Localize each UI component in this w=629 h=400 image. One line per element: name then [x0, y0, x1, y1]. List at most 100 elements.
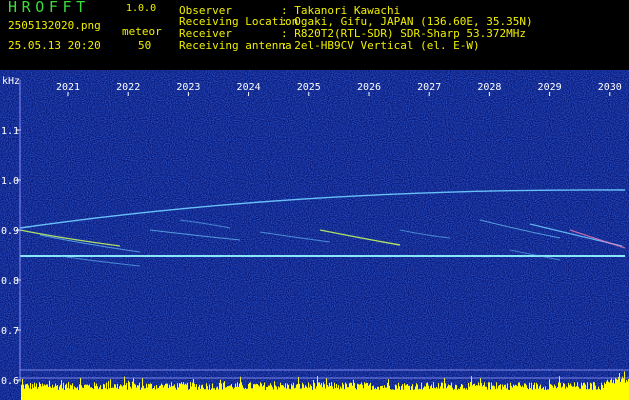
activity-bar	[592, 389, 593, 400]
activity-bar	[302, 382, 303, 400]
activity-bar	[161, 383, 162, 400]
activity-bar	[189, 389, 190, 400]
activity-bar	[440, 386, 441, 400]
activity-bar	[96, 383, 97, 400]
activity-bar	[55, 383, 56, 400]
activity-bar	[131, 388, 132, 400]
activity-bar	[624, 371, 625, 400]
activity-bar	[409, 385, 410, 400]
y-tick-label: 0.6	[1, 376, 19, 387]
activity-bar	[50, 386, 51, 400]
activity-bar	[569, 385, 570, 400]
activity-bar	[28, 385, 29, 400]
x-tick-label: 2025	[297, 82, 321, 93]
activity-bar	[35, 386, 36, 400]
activity-bar	[619, 372, 620, 400]
activity-bar	[439, 388, 440, 400]
activity-bar	[177, 383, 178, 400]
activity-bar	[533, 384, 534, 400]
activity-bar	[388, 379, 389, 400]
activity-bar	[589, 388, 590, 400]
activity-bar	[498, 385, 499, 400]
x-tick-label: 2022	[116, 82, 140, 93]
activity-bar	[117, 383, 118, 400]
activity-bar	[143, 385, 144, 400]
activity-bar	[229, 385, 230, 400]
activity-bar	[591, 383, 592, 400]
activity-bar	[29, 388, 30, 400]
activity-bar	[622, 376, 623, 400]
activity-bar	[149, 384, 150, 400]
activity-bar	[190, 382, 191, 400]
activity-bar	[513, 384, 514, 400]
activity-bar	[539, 386, 540, 400]
activity-bar	[586, 389, 587, 400]
activity-bar	[101, 389, 102, 400]
activity-bar	[347, 387, 348, 400]
activity-bar	[307, 387, 308, 400]
activity-bar	[138, 385, 139, 400]
activity-bar	[245, 387, 246, 400]
activity-bar	[537, 384, 538, 400]
activity-bar	[573, 386, 574, 400]
activity-bar	[43, 385, 44, 400]
activity-bar	[175, 387, 176, 400]
x-tick-label: 2027	[417, 82, 441, 93]
activity-bar	[257, 384, 258, 400]
activity-bar	[137, 385, 138, 400]
activity-bar	[207, 386, 208, 400]
activity-bar	[69, 388, 70, 400]
activity-bar	[455, 384, 456, 400]
activity-bar	[221, 383, 222, 400]
activity-bar	[63, 382, 64, 400]
activity-bar	[42, 383, 43, 400]
activity-bar	[219, 382, 220, 400]
activity-bar	[115, 384, 116, 400]
activity-bar	[355, 388, 356, 400]
activity-bar	[587, 382, 588, 400]
activity-bar	[560, 382, 561, 400]
activity-bar	[329, 382, 330, 400]
activity-bar	[213, 388, 214, 400]
activity-bar	[361, 382, 362, 400]
activity-bar	[59, 386, 60, 400]
activity-bar	[109, 388, 110, 400]
activity-bar	[181, 382, 182, 400]
activity-bar	[99, 387, 100, 400]
activity-bar	[266, 386, 267, 400]
activity-bar	[339, 389, 340, 400]
activity-bar	[376, 389, 377, 400]
activity-bar	[227, 386, 228, 400]
activity-bar	[54, 386, 55, 400]
activity-bar	[414, 389, 415, 400]
file-name: 2505132020.png	[8, 19, 101, 32]
x-tick-label: 2030	[598, 82, 622, 93]
activity-bar	[449, 385, 450, 400]
activity-bar	[568, 382, 569, 400]
activity-bar	[254, 384, 255, 400]
activity-bar	[403, 389, 404, 400]
activity-bar	[494, 386, 495, 400]
activity-bar	[369, 384, 370, 400]
activity-bar	[244, 388, 245, 400]
y-tick-label: 0.8	[1, 276, 19, 287]
activity-bar	[269, 385, 270, 400]
activity-bar	[581, 382, 582, 400]
activity-bar	[467, 389, 468, 400]
activity-bar	[356, 389, 357, 400]
activity-bar	[423, 387, 424, 400]
activity-bar	[616, 378, 617, 400]
activity-bar	[201, 385, 202, 400]
activity-bar	[551, 384, 552, 400]
activity-bar	[337, 387, 338, 400]
activity-bar	[112, 387, 113, 400]
activity-bar	[583, 382, 584, 400]
activity-bar	[196, 384, 197, 400]
x-tick-label: 2028	[477, 82, 501, 93]
activity-bar	[404, 383, 405, 400]
activity-bar	[505, 384, 506, 400]
activity-bar	[127, 389, 128, 400]
activity-bar	[507, 383, 508, 400]
activity-bar	[540, 384, 541, 400]
activity-bar	[48, 386, 49, 400]
